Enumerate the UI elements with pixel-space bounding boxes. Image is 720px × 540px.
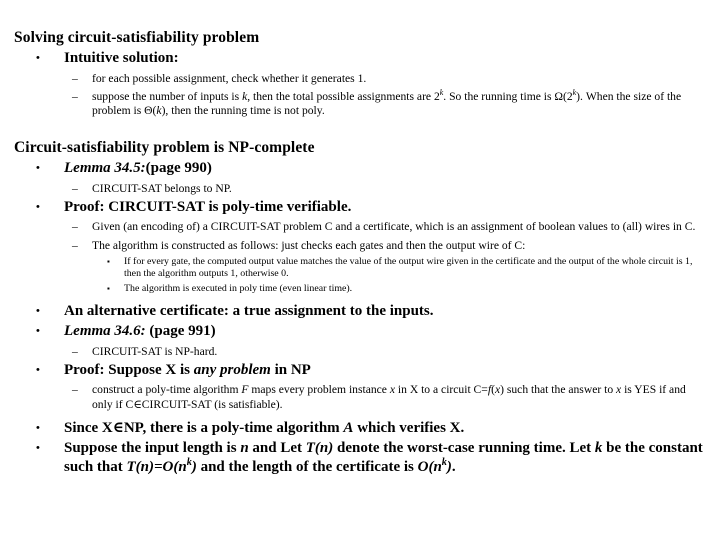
bullet-proof-suppose-x-text-1: Proof: Suppose X is xyxy=(64,361,194,378)
bullet-dot-icon: • xyxy=(36,304,40,317)
bullet-intuitive-solution: • Intuitive solution: xyxy=(14,49,706,68)
lemma-34-5-page: (page 990) xyxy=(145,160,212,177)
subbullet-inputs-text-2: , then the total possible assignments ar… xyxy=(247,89,440,103)
subbullet-each-assignment-label: for each possible assignment, check whet… xyxy=(92,71,367,85)
bullet-spacer xyxy=(14,412,706,417)
bullet-intuitive-solution-label: Intuitive solution: xyxy=(64,50,179,66)
suppose-text-3: denote the worst-case running time. Let xyxy=(333,440,595,457)
math-var-F: F xyxy=(241,383,249,397)
suppose-text-2: and Let xyxy=(248,440,306,457)
subbullet-construct-poly-time-algorithm: – construct a poly-time algorithm F maps… xyxy=(14,383,706,411)
bullet-dot-icon: • xyxy=(36,421,40,434)
bullet-dash-icon: – xyxy=(72,344,78,358)
subbullet-circuit-sat-belongs-np-label: CIRCUIT-SAT belongs to NP. xyxy=(92,181,232,195)
suppose-text-5: and the length of the certificate is xyxy=(196,458,418,475)
subbullet-each-assignment: – for each possible assignment, check wh… xyxy=(14,72,706,86)
bullet-proof-suppose-x: • Proof: Suppose X is any problem in NP xyxy=(14,361,706,380)
bullet-suppose-input-length: • Suppose the input length is n and Let … xyxy=(14,439,706,476)
bullet-alternative-certificate-label: An alternative certificate: a true assig… xyxy=(64,302,434,319)
subsubbullet-every-gate-matches-label: If for every gate, the computed output v… xyxy=(124,255,693,279)
since-text-1: Since X∈NP, there is a poly-time algorit… xyxy=(64,419,344,436)
math-var-n: n xyxy=(240,440,249,457)
suppose-text-6: . xyxy=(451,458,456,475)
bullet-dash-icon: – xyxy=(72,383,78,397)
math-expr-On: O(n xyxy=(417,458,442,475)
bullet-dot-icon: • xyxy=(36,200,40,213)
math-var-A: A xyxy=(343,419,354,436)
construct-text-2: maps every problem instance xyxy=(248,383,390,397)
bullet-dash-icon: – xyxy=(72,238,78,252)
subbullet-given-encoding: – Given (an encoding of) a CIRCUIT-SAT p… xyxy=(14,220,706,234)
bullet-dot-icon: • xyxy=(36,442,40,455)
lemma-34-5-title: Lemma 34.5: xyxy=(64,160,146,177)
bullet-proof-verifiable-label: Proof: CIRCUIT-SAT is poly-time verifiab… xyxy=(64,198,352,215)
bullet-lemma-34-5: • Lemma 34.5:(page 990) xyxy=(14,159,706,178)
section-heading-solving: Solving circuit-satisfiability problem xyxy=(14,29,260,46)
construct-text-1: construct a poly-time algorithm xyxy=(92,383,242,397)
emphasis-any-problem: any problem xyxy=(193,361,271,378)
bullet-dot-icon: • xyxy=(36,325,40,338)
bullet-square-icon: ▪ xyxy=(107,256,110,266)
subbullet-circuit-sat-np-hard: – CIRCUIT-SAT is NP-hard. xyxy=(14,345,706,359)
bullet-dash-icon: – xyxy=(72,181,78,195)
math-func-Tn: T(n) xyxy=(305,440,334,457)
bullet-dot-icon: • xyxy=(36,363,40,376)
bullet-since-x-in-np: • Since X∈NP, there is a poly-time algor… xyxy=(14,419,706,438)
bullet-dot-icon: • xyxy=(36,52,40,64)
subsubbullet-executed-poly-time: ▪ The algorithm is executed in poly time… xyxy=(14,283,706,295)
subbullet-given-encoding-label: Given (an encoding of) a CIRCUIT-SAT pro… xyxy=(92,220,696,234)
bullet-proof-suppose-x-text-2: in NP xyxy=(270,361,311,378)
construct-text-3: in X to a circuit C= xyxy=(395,383,488,397)
bullet-spacer xyxy=(14,295,706,300)
subbullet-circuit-sat-np-hard-label: CIRCUIT-SAT is NP-hard. xyxy=(92,344,218,358)
bullet-dash-icon: – xyxy=(72,89,78,103)
lemma-34-6-title: Lemma 34.6: xyxy=(64,323,146,340)
bullet-proof-verifiable: • Proof: CIRCUIT-SAT is poly-time verifi… xyxy=(14,198,706,217)
slide-canvas: Solving circuit-satisfiability problem •… xyxy=(0,0,720,540)
bullet-lemma-34-6: • Lemma 34.6: (page 991) xyxy=(14,322,706,341)
subbullet-inputs-text-1: suppose the number of inputs is xyxy=(92,89,243,103)
subbullet-circuit-sat-belongs-np: – CIRCUIT-SAT belongs to NP. xyxy=(14,182,706,196)
suppose-text-1: Suppose the input length is xyxy=(64,440,241,457)
subsubbullet-every-gate-matches: ▪ If for every gate, the computed output… xyxy=(14,256,706,280)
math-expr-Tn-eq-On: T(n)=O(n xyxy=(126,458,187,475)
since-text-2: which verifies X. xyxy=(353,419,465,436)
subbullet-algorithm-constructed: – The algorithm is constructed as follow… xyxy=(14,239,706,253)
bullet-dash-icon: – xyxy=(72,220,78,234)
subbullet-inputs-text-3: . So the running time is Ω(2 xyxy=(443,89,573,103)
bullet-square-icon: ▪ xyxy=(107,283,110,293)
subbullet-number-of-inputs: – suppose the number of inputs is k, the… xyxy=(14,88,706,118)
subbullet-inputs-text-5: ), then the running time is not poly. xyxy=(161,103,325,117)
bullet-dot-icon: • xyxy=(36,162,40,175)
section-heading-np-complete: Circuit-satisfiability problem is NP-com… xyxy=(14,139,315,157)
bullet-alternative-certificate: • An alternative certificate: a true ass… xyxy=(14,302,706,321)
bullet-dash-icon: – xyxy=(72,71,78,85)
construct-text-5: ) such that the answer to xyxy=(500,383,617,397)
lemma-34-6-page: (page 991) xyxy=(145,323,216,340)
subbullet-algorithm-constructed-label: The algorithm is constructed as follows:… xyxy=(92,238,526,252)
subsubbullet-executed-poly-time-label: The algorithm is executed in poly time (… xyxy=(124,282,353,294)
